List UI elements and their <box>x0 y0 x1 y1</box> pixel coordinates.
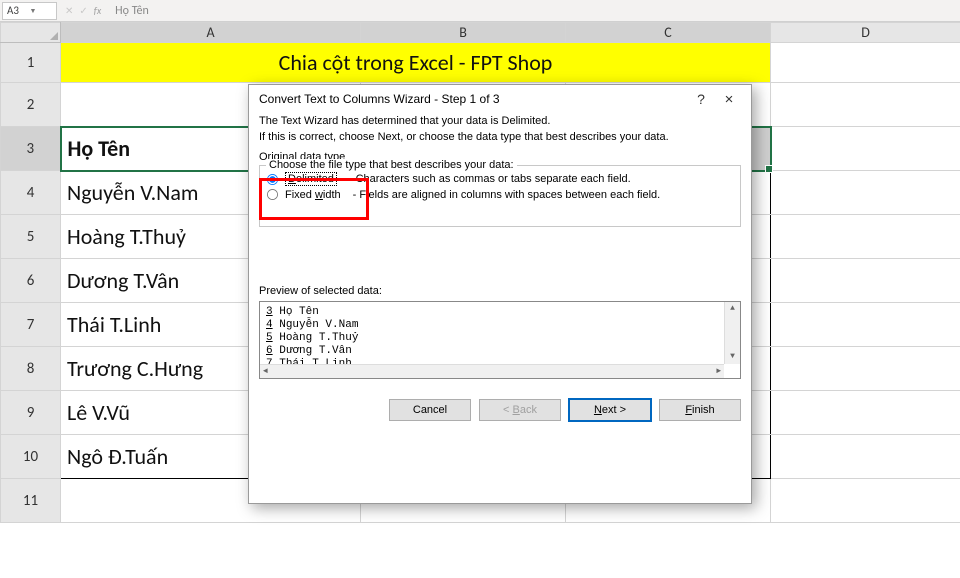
row-header-7[interactable]: 7 <box>1 303 61 347</box>
fx-icon[interactable]: fx <box>94 4 101 17</box>
preview-box: 3 Họ Tên 4 Nguyễn V.Nam 5 Hoàng T.Thuỷ 6… <box>259 301 741 379</box>
dialog-body: The Text Wizard has determined that your… <box>249 115 751 387</box>
dialog-titlebar[interactable]: Convert Text to Columns Wizard - Step 1 … <box>249 85 751 113</box>
cancel-formula-icon: ✕ <box>65 4 73 17</box>
title-cell[interactable]: Chia cột trong Excel - FPT Shop <box>61 43 771 83</box>
dialog-intro-2: If this is correct, choose Next, or choo… <box>259 131 741 143</box>
scroll-down-icon[interactable]: ▼ <box>730 350 735 364</box>
cell-D11[interactable] <box>771 479 960 523</box>
cell-D2[interactable] <box>771 83 960 127</box>
column-header-C[interactable]: C <box>566 23 771 43</box>
cell-D7[interactable] <box>771 303 960 347</box>
chevron-down-icon[interactable]: ▼ <box>30 6 53 15</box>
enter-formula-icon: ✓ <box>79 4 87 17</box>
row-header-5[interactable]: 5 <box>1 215 61 259</box>
scroll-up-icon[interactable]: ▲ <box>730 302 735 316</box>
text-to-columns-dialog: Convert Text to Columns Wizard - Step 1 … <box>248 84 752 504</box>
group-legend: Choose the file type that best describes… <box>266 159 517 171</box>
next-button[interactable]: Next > <box>569 399 651 421</box>
preview-line: 5 Hoàng T.Thuỷ <box>266 332 734 345</box>
dialog-intro-1: The Text Wizard has determined that your… <box>259 115 741 127</box>
worksheet: A B C D 1 Chia cột trong Excel - FPT Sho… <box>0 22 960 523</box>
row-header-2[interactable]: 2 <box>1 83 61 127</box>
preview-vscrollbar[interactable]: ▲ ▼ <box>724 302 740 364</box>
cell-D6[interactable] <box>771 259 960 303</box>
cell-D9[interactable] <box>771 391 960 435</box>
formula-controls: ✕ ✓ fx <box>65 4 101 17</box>
preview-line: 4 Nguyễn V.Nam <box>266 319 734 332</box>
row-header-6[interactable]: 6 <box>1 259 61 303</box>
row-1: 1 Chia cột trong Excel - FPT Shop <box>1 43 960 83</box>
cell-D5[interactable] <box>771 215 960 259</box>
row-header-8[interactable]: 8 <box>1 347 61 391</box>
cell-D10[interactable] <box>771 435 960 479</box>
cell-D1[interactable] <box>771 43 960 83</box>
preview-line: 3 Họ Tên <box>266 306 734 319</box>
name-box[interactable]: A3 ▼ <box>2 2 57 20</box>
cancel-button[interactable]: Cancel <box>389 399 471 421</box>
help-icon[interactable]: ? <box>687 91 715 107</box>
radio-fixed-width[interactable] <box>267 189 278 200</box>
column-header-A[interactable]: A <box>61 23 361 43</box>
column-headers: A B C D <box>1 23 960 43</box>
file-type-group: Choose the file type that best describes… <box>259 165 741 227</box>
finish-button[interactable]: Finish <box>659 399 741 421</box>
dialog-title: Convert Text to Columns Wizard - Step 1 … <box>259 92 687 106</box>
scroll-left-icon[interactable]: ◄ <box>260 367 271 376</box>
preview-line: 6 Dương T.Vân <box>266 345 734 358</box>
row-header-10[interactable]: 10 <box>1 435 61 479</box>
row-header-4[interactable]: 4 <box>1 171 61 215</box>
cell-D8[interactable] <box>771 347 960 391</box>
radio-delimited-label[interactable]: Delimited <box>285 172 337 186</box>
row-header-1[interactable]: 1 <box>1 43 61 83</box>
row-header-3[interactable]: 3 <box>1 127 61 171</box>
radio-delimited[interactable] <box>267 173 278 184</box>
radio-delimited-row: Delimited - Characters such as commas or… <box>266 172 734 186</box>
back-button: < Back <box>479 399 561 421</box>
dialog-buttons: Cancel < Back Next > Finish <box>249 387 751 431</box>
close-icon[interactable]: × <box>715 91 743 108</box>
row-header-11[interactable]: 11 <box>1 479 61 523</box>
preview-hscrollbar[interactable]: ◄ ► <box>260 364 724 378</box>
column-header-B[interactable]: B <box>361 23 566 43</box>
cell-D3[interactable] <box>771 127 960 171</box>
column-header-D[interactable]: D <box>771 23 960 43</box>
radio-delimited-desc: - Characters such as commas or tabs sepa… <box>349 173 631 185</box>
scroll-right-icon[interactable]: ► <box>713 367 724 376</box>
radio-fixed-row: Fixed width - Fields are aligned in colu… <box>266 188 734 201</box>
select-all-corner[interactable] <box>1 23 61 43</box>
cell-D4[interactable] <box>771 171 960 215</box>
row-header-9[interactable]: 9 <box>1 391 61 435</box>
preview-label: Preview of selected data: <box>259 285 741 297</box>
formula-bar-value[interactable]: Họ Tên <box>115 4 149 18</box>
name-box-value: A3 <box>7 4 30 17</box>
formula-bar: A3 ▼ ✕ ✓ fx Họ Tên <box>0 0 960 22</box>
radio-fixed-label[interactable]: Fixed width <box>285 189 341 201</box>
radio-fixed-desc: - Fields are aligned in columns with spa… <box>353 189 661 201</box>
